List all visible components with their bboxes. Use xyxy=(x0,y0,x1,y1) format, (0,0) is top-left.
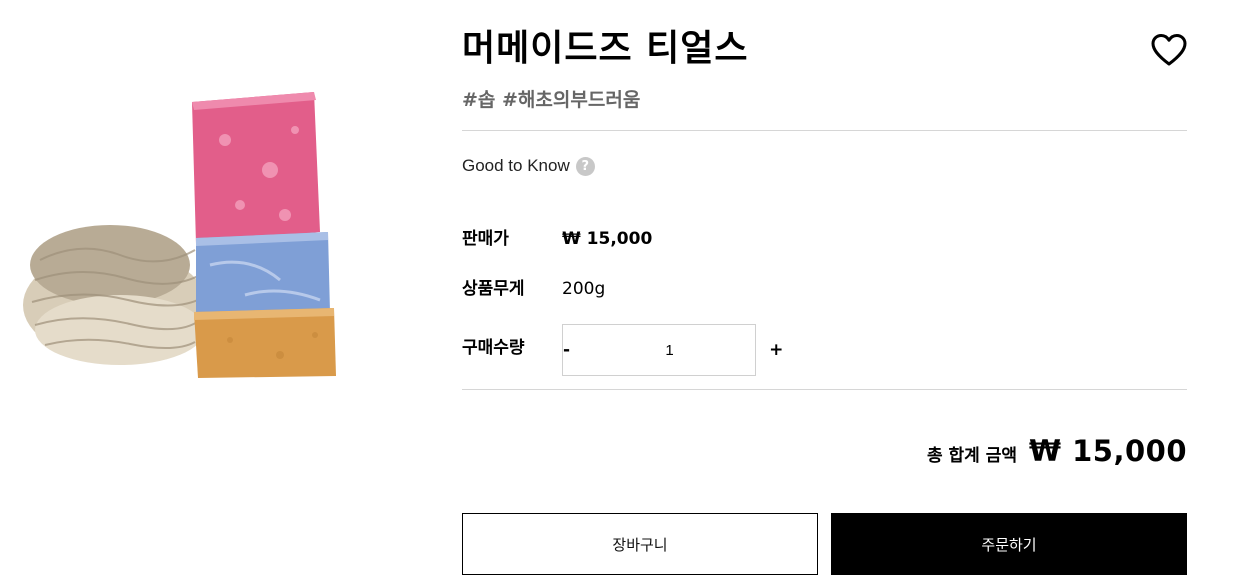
product-tags: #솝 #해초의부드러움 xyxy=(462,89,641,111)
add-to-cart-button[interactable]: 장바구니 xyxy=(462,513,818,575)
quantity-input[interactable] xyxy=(570,341,770,359)
heart-outline-icon[interactable] xyxy=(1151,33,1187,67)
question-circle-icon[interactable]: ? xyxy=(575,156,595,176)
quantity-stepper: - + xyxy=(562,324,783,376)
weight-value: 200g xyxy=(562,279,606,299)
total-label: 총 합계 금액 xyxy=(926,446,1017,466)
total-price: 총 합계 금액 ₩ 15,000 xyxy=(927,434,1187,468)
good-to-know-label: Good to Know xyxy=(462,156,570,175)
product-detail-page: 머메이드즈 티얼스 #솝 #해초의부드러움 Good to Know ? 판매가… xyxy=(0,0,1237,584)
total-amount: ₩ 15,000 xyxy=(1029,434,1187,468)
price-value: ₩ 15,000 xyxy=(562,229,653,249)
order-button[interactable]: 주문하기 xyxy=(831,513,1187,575)
product-image xyxy=(20,80,350,390)
price-label: 판매가 xyxy=(462,229,509,249)
product-title: 머메이드즈 티얼스 xyxy=(462,28,749,69)
divider xyxy=(462,389,1187,390)
good-to-know[interactable]: Good to Know ? xyxy=(462,156,595,176)
divider xyxy=(462,130,1187,131)
quantity-label: 구매수량 xyxy=(462,338,525,358)
quantity-increase-button[interactable]: + xyxy=(769,325,783,375)
quantity-decrease-button[interactable]: - xyxy=(563,325,570,375)
product-info-panel: 머메이드즈 티얼스 #솝 #해초의부드러움 Good to Know ? 판매가… xyxy=(462,0,1187,584)
weight-label: 상품무게 xyxy=(462,279,525,299)
